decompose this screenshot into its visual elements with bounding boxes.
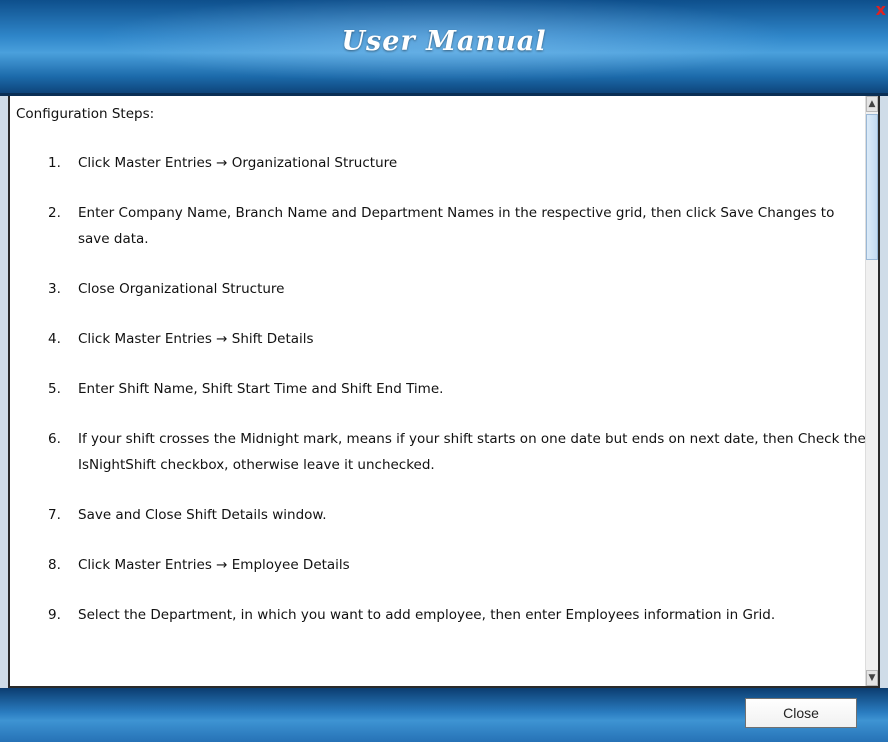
step-number: 6. <box>48 431 61 447</box>
user-manual-window: User Manual x Configuration Steps: 1. Cl… <box>0 0 888 742</box>
close-button[interactable]: Close <box>745 698 857 728</box>
window-title: User Manual <box>341 26 547 57</box>
step-text: Click Master Entries → Organizational St… <box>78 155 398 171</box>
step-item: 8. Click Master Entries → Employee Detai… <box>12 552 868 578</box>
step-number: 5. <box>48 381 61 397</box>
step-item: 1. Click Master Entries → Organizational… <box>12 150 868 176</box>
step-item: 4. Click Master Entries → Shift Details <box>12 326 868 352</box>
step-number: 4. <box>48 331 61 347</box>
footer-bar: Close <box>0 688 888 742</box>
chevron-up-icon[interactable]: ▲ <box>866 96 878 112</box>
vertical-scrollbar[interactable]: ▲ ▼ <box>865 96 878 686</box>
step-text: Close Organizational Structure <box>78 281 285 297</box>
manual-content-frame: Configuration Steps: 1. Click Master Ent… <box>8 96 880 688</box>
step-text: Click Master Entries → Shift Details <box>78 331 314 347</box>
step-item: 3. Close Organizational Structure <box>12 276 868 302</box>
step-item: 9. Select the Department, in which you w… <box>12 602 868 628</box>
step-text: Select the Department, in which you want… <box>78 607 776 623</box>
step-text: Save and Close Shift Details window. <box>78 507 327 523</box>
chevron-down-icon[interactable]: ▼ <box>866 670 878 686</box>
step-text: Click Master Entries → Employee Details <box>78 557 350 573</box>
step-number: 9. <box>48 607 61 623</box>
title-bar: User Manual x <box>0 0 888 96</box>
step-number: 8. <box>48 557 61 573</box>
step-item: 5. Enter Shift Name, Shift Start Time an… <box>12 376 868 402</box>
step-number: 3. <box>48 281 61 297</box>
step-number: 2. <box>48 205 61 221</box>
step-item: 2. Enter Company Name, Branch Name and D… <box>12 200 868 252</box>
section-heading: Configuration Steps: <box>16 106 155 122</box>
step-item: 7. Save and Close Shift Details window. <box>12 502 868 528</box>
step-text: If your shift crosses the Midnight mark,… <box>78 431 866 473</box>
step-text: Enter Company Name, Branch Name and Depa… <box>78 205 835 247</box>
step-number: 7. <box>48 507 61 523</box>
scrollbar-thumb[interactable] <box>866 114 878 260</box>
step-text: Enter Shift Name, Shift Start Time and S… <box>78 381 444 397</box>
manual-content[interactable]: Configuration Steps: 1. Click Master Ent… <box>12 96 868 686</box>
close-icon[interactable]: x <box>876 2 886 18</box>
step-number: 1. <box>48 155 61 171</box>
steps-list: 1. Click Master Entries → Organizational… <box>12 150 868 652</box>
step-item: 6. If your shift crosses the Midnight ma… <box>12 426 868 478</box>
